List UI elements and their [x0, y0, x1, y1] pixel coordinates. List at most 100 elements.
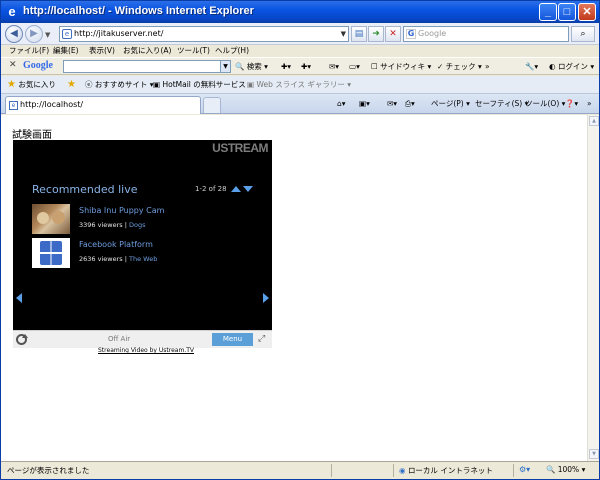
- plus-icon[interactable]: ✚▾: [301, 60, 311, 73]
- menu-file[interactable]: ファイル(F): [9, 45, 49, 57]
- google-search-dropdown-icon[interactable]: ▼: [221, 60, 231, 73]
- channel-category[interactable]: The Web: [129, 255, 157, 263]
- refresh-icon[interactable]: [16, 334, 28, 345]
- list-item[interactable]: Shiba Inu Puppy Cam 3396 viewers | Dogs: [32, 204, 262, 238]
- google-search-button[interactable]: 🔍 検索 ▾: [235, 60, 268, 73]
- menu-button[interactable]: Menu: [212, 333, 253, 346]
- history-dropdown-icon[interactable]: ▼: [45, 31, 50, 39]
- menu-favorites[interactable]: お気に入り(A): [123, 45, 171, 57]
- pager-down-icon[interactable]: [243, 186, 253, 192]
- tools-menu-label: ツール(O): [525, 99, 560, 108]
- title-bar: e http://localhost/ - Windows Internet E…: [1, 1, 599, 23]
- share-icon[interactable]: ✉▾: [329, 60, 339, 73]
- suggested-sites-link[interactable]: ⓔ おすすめサイト ▾: [85, 78, 154, 91]
- close-button[interactable]: ✕: [578, 3, 596, 21]
- vertical-scrollbar[interactable]: ▲ ▼: [587, 115, 599, 461]
- menu-help[interactable]: ヘルプ(H): [215, 45, 249, 57]
- ustream-player[interactable]: USTREAM Recommended live 1-2 of 28 Shiba…: [13, 140, 272, 348]
- search-button[interactable]: ⌕: [571, 26, 595, 42]
- maximize-button[interactable]: □: [558, 3, 576, 21]
- back-button[interactable]: ◀: [5, 25, 23, 43]
- new-tab-button[interactable]: [203, 97, 221, 113]
- address-url: http://jitakuserver.net/: [74, 29, 164, 38]
- security-zone[interactable]: ◉ ローカル イントラネット: [399, 465, 493, 476]
- add-to-favorites-icon[interactable]: ★: [67, 78, 76, 91]
- sidewiki-button[interactable]: ☐ サイドウィキ ▾: [371, 60, 431, 73]
- ustream-credit-link[interactable]: Streaming Video by Ustream.TV: [98, 347, 194, 354]
- previous-arrow-icon[interactable]: [16, 293, 22, 303]
- stop-button[interactable]: ✕: [385, 26, 401, 42]
- home-icon[interactable]: ⌂▾: [337, 98, 346, 110]
- safety-menu[interactable]: セーフティ(S) ▾: [475, 98, 528, 110]
- address-dropdown-icon[interactable]: ▼: [341, 27, 346, 41]
- menu-view[interactable]: 表示(V): [89, 45, 115, 57]
- ie-logo-icon: e: [8, 4, 16, 19]
- channel-thumbnail[interactable]: [32, 238, 70, 268]
- command-more-icon[interactable]: »: [587, 98, 592, 110]
- channel-name[interactable]: Facebook Platform: [79, 240, 153, 249]
- channel-meta: 3396 viewers | Dogs: [79, 221, 146, 229]
- page-content: 試験画面 USTREAM Recommended live 1-2 of 28 …: [1, 115, 587, 461]
- window-title: http://localhost/ - Windows Internet Exp…: [23, 5, 254, 17]
- page-menu[interactable]: ページ(P) ▾: [431, 98, 470, 110]
- bookmark-icon[interactable]: ✚▾: [281, 60, 291, 73]
- channel-thumbnail[interactable]: [32, 204, 70, 234]
- meta-separator: |: [124, 221, 127, 229]
- web-slice-gallery-link[interactable]: ▣ Web スライス ギャラリー ▾: [247, 78, 351, 91]
- google-logo[interactable]: Google: [23, 60, 53, 71]
- address-input[interactable]: e http://jitakuserver.net/ ▼: [59, 26, 349, 42]
- check-label: チェック: [445, 62, 476, 71]
- protected-mode-icon[interactable]: ⚙▾: [519, 465, 530, 474]
- status-divider: [393, 464, 394, 477]
- tab-localhost[interactable]: e http://localhost/: [5, 96, 201, 114]
- tools-menu[interactable]: ツール(O) ▾: [525, 98, 565, 110]
- mail-icon[interactable]: ✉▾: [387, 98, 397, 110]
- zoom-control[interactable]: 🔍 100% ▾: [546, 465, 585, 474]
- scroll-down-icon[interactable]: ▼: [589, 449, 599, 459]
- safety-menu-label: セーフティ(S): [475, 99, 523, 108]
- hotmail-link[interactable]: ▣ HotMail の無料サービス: [153, 78, 246, 91]
- globe-icon: ◉: [399, 466, 406, 475]
- scroll-up-icon[interactable]: ▲: [589, 116, 599, 126]
- hotmail-label: HotMail の無料サービス: [162, 80, 246, 89]
- meta-separator: |: [124, 255, 127, 263]
- fullscreen-icon[interactable]: ⤢: [258, 334, 265, 345]
- channel-name[interactable]: Shiba Inu Puppy Cam: [79, 206, 164, 215]
- search-input[interactable]: G Google: [403, 26, 569, 42]
- channel-category[interactable]: Dogs: [129, 221, 146, 229]
- favorites-bar: ★ お気に入り ★ ⓔ おすすめサイト ▾ ▣ HotMail の無料サービス …: [1, 76, 599, 94]
- google-search-label: 検索: [246, 62, 262, 71]
- channel-meta: 2636 viewers | The Web: [79, 255, 157, 263]
- list-item[interactable]: Facebook Platform 2636 viewers | The Web: [32, 238, 262, 272]
- settings-icon[interactable]: 🔧▾: [525, 60, 538, 73]
- page-title: 試験画面: [12, 130, 52, 141]
- page-icon: e: [62, 29, 72, 39]
- pager-count: 1-2 of 28: [195, 185, 227, 193]
- minimize-button[interactable]: _: [539, 3, 557, 21]
- status-divider: [513, 464, 514, 477]
- google-toolbar: ✕ Google ▼ 🔍 検索 ▾ ✚▾ ✚▾ ✉▾ ▭▾ ☐ サイドウィキ ▾…: [1, 57, 599, 75]
- feeds-icon[interactable]: ▣▾: [359, 98, 370, 110]
- google-search-input[interactable]: [63, 60, 221, 73]
- help-icon[interactable]: ❓▾: [565, 98, 578, 110]
- forward-button[interactable]: ▶: [25, 25, 43, 43]
- search-placeholder: Google: [418, 29, 447, 38]
- toolbar-close-icon[interactable]: ✕: [9, 60, 17, 70]
- menu-bar: ファイル(F) 編集(E) 表示(V) お気に入り(A) ツール(T) ヘルプ(…: [1, 45, 599, 57]
- menu-edit[interactable]: 編集(E): [53, 45, 79, 57]
- ustream-logo[interactable]: USTREAM: [212, 141, 268, 155]
- favorites-button[interactable]: ★ お気に入り: [7, 78, 56, 91]
- compatibility-view-icon[interactable]: ▤: [351, 26, 367, 42]
- login-button[interactable]: ◐ ログイン ▾: [549, 60, 594, 73]
- more-tools-icon[interactable]: »: [485, 60, 490, 73]
- web-slice-gallery-label: Web スライス ギャラリー: [256, 80, 345, 89]
- refresh-button[interactable]: ➜: [368, 26, 384, 42]
- broadcast-status: Off Air: [108, 335, 131, 343]
- spell-check-button[interactable]: ✓ チェック ▾: [437, 60, 482, 73]
- print-icon[interactable]: ⎙▾: [405, 98, 415, 110]
- google-search-icon: G: [406, 29, 416, 39]
- menu-tools[interactable]: ツール(T): [177, 45, 210, 57]
- pager-up-icon[interactable]: [231, 186, 241, 192]
- next-arrow-icon[interactable]: [263, 293, 269, 303]
- options-icon[interactable]: ▭▾: [349, 60, 360, 73]
